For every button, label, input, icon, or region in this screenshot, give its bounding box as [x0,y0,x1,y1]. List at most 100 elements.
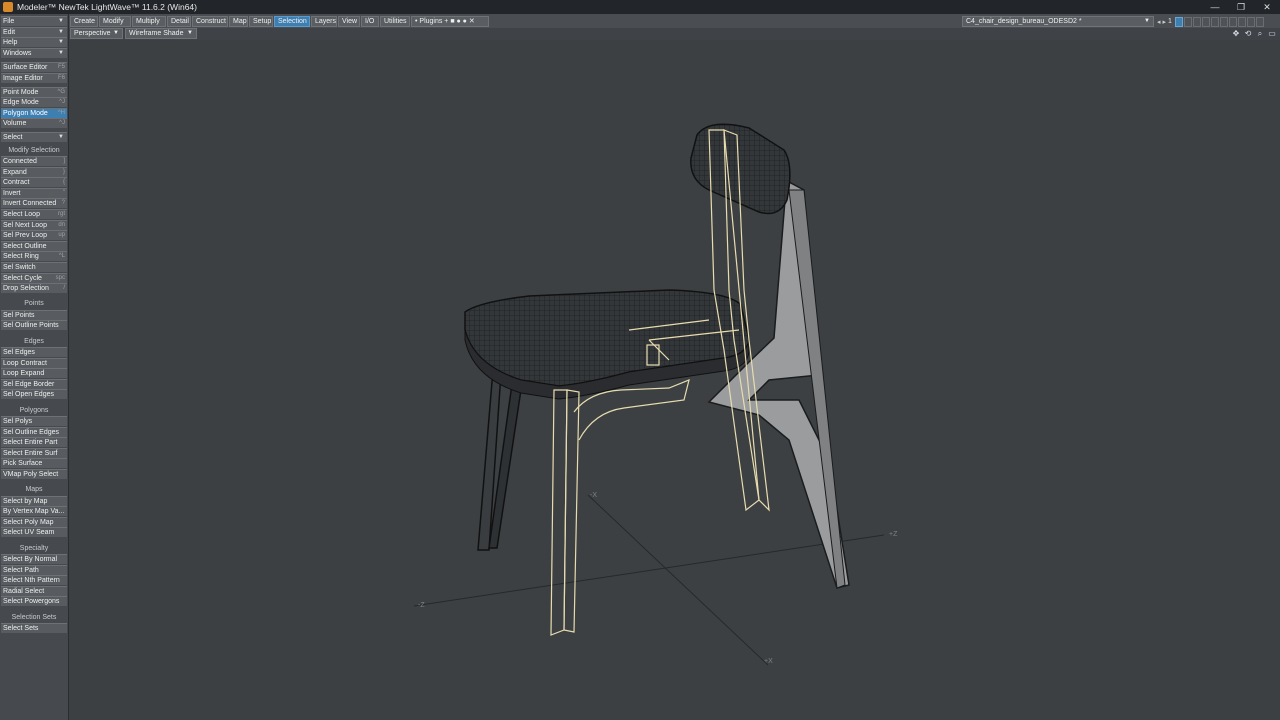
sidebar-item-loop-contract[interactable]: Loop Contract [1,357,67,368]
sidebar-item-edit[interactable]: Edit ▼ [1,26,67,37]
sidebar-item-sel-outline-points[interactable]: Sel Outline Points [1,320,67,331]
layer-slot[interactable] [1192,16,1201,27]
sidebar-item-select-path[interactable]: Select Path [1,564,67,575]
layer-slot[interactable] [1201,16,1210,27]
hotkey-label: spc [55,274,65,281]
sidebar-item-volume[interactable]: Volume ^J [1,118,67,129]
sidebar-item-select-loop[interactable]: Select Loop rgt [1,209,67,219]
shade-mode-label: Wireframe Shade [129,30,184,37]
sidebar-item-select-entire-part[interactable]: Select Entire Part [1,437,67,448]
layer-slot[interactable] [1255,16,1264,27]
sidebar-item-sel-points[interactable]: Sel Points [1,309,67,320]
tab-utilities[interactable]: Utilities [380,16,410,27]
sidebar-item-label: Image Editor [3,75,43,82]
chair-wireframe [413,123,885,666]
sidebar-item-polygon-mode[interactable]: Polygon Mode ^H [1,107,67,118]
window-title: Modeler™ NewTek LightWave™ 11.6.2 (Win64… [17,2,197,12]
hotkey-label: rgt [57,211,65,217]
tab-multiply[interactable]: Multiply [132,16,166,27]
sidebar-item-point-mode[interactable]: Point Mode ^G [1,86,67,97]
sidebar-item-sel-open-edges[interactable]: Sel Open Edges [1,389,67,400]
sidebar-item-select-by-normal[interactable]: Select By Normal [1,554,67,564]
sidebar-item-sel-switch[interactable]: Sel Switch [1,262,67,272]
sidebar-item-select-cycle[interactable]: Select Cycle spc [1,272,67,283]
layer-slot[interactable] [1210,16,1219,27]
sidebar-item-select-powergons[interactable]: Select Powergons [1,596,67,607]
tab-modify[interactable]: Modify [99,16,131,27]
close-button[interactable]: ✕ [1254,0,1280,14]
tab-layers[interactable]: Layers [311,16,337,27]
layer-slot[interactable] [1246,16,1255,27]
minimize-button[interactable]: — [1202,0,1228,14]
sidebar-item-select-nth-pattern[interactable]: Select Nth Pattern [1,575,67,586]
sidebar-item-select-outline[interactable]: Select Outline [1,240,67,251]
sidebar-item-label: Select Outline [3,242,47,250]
sidebar-item-label: Invert Connected [3,200,57,208]
chevron-down-icon: ▼ [1144,18,1150,24]
tab-create[interactable]: Create [70,16,98,27]
tab-i-o[interactable]: I/O [361,16,379,27]
sidebar-item-drop-selection[interactable]: Drop Selection / [1,283,67,294]
sidebar-item-label: Edit [3,28,16,36]
move-view-icon[interactable]: ✥ [1230,28,1242,39]
view-mode-select[interactable]: Perspective ▼ [70,28,123,39]
layer-slot[interactable] [1237,16,1246,27]
sidebar-item-label: Windows [3,49,32,57]
sidebar-item-invert[interactable]: Invert " [1,187,67,198]
maximize-view-icon[interactable]: ▭ [1266,28,1278,39]
sidebar-item-loop-expand[interactable]: Loop Expand [1,368,67,379]
sidebar-item-select[interactable]: Select ▼ [1,132,67,142]
sidebar-item-label: Radial Select [3,587,45,595]
layer-slot[interactable] [1174,16,1183,27]
sidebar-item-help[interactable]: Help ▼ [1,37,67,48]
sidebar-item-label: Sel Open Edges [3,391,54,399]
sidebar-item-edge-mode[interactable]: Edge Mode ^J [1,97,67,108]
sidebar-item-contract[interactable]: Contract { [1,177,67,188]
sidebar-item-select-sets[interactable]: Select Sets [1,623,67,633]
sidebar-item-label: Connected [3,158,37,165]
tab-map[interactable]: Map [229,16,248,27]
sidebar-item-pick-surface[interactable]: Pick Surface [1,458,67,469]
restore-button[interactable]: ❐ [1228,0,1254,14]
section-heading-selection-sets: Selection Sets [11,613,57,621]
sidebar-item-sel-polys[interactable]: Sel Polys [1,416,67,426]
sidebar-item-expand[interactable]: Expand} [1,166,67,177]
sidebar-item-sel-outline-edges[interactable]: Sel Outline Edges [1,426,67,437]
sidebar-item-vmap-poly-select[interactable]: VMap Poly Select [1,469,67,479]
sidebar-item-select-entire-surf[interactable]: Select Entire Surf [1,447,67,458]
sidebar-item-select-by-map[interactable]: Select by Map [1,495,67,506]
shade-mode-select[interactable]: Wireframe Shade ▼ [125,28,197,39]
sidebar-item-file[interactable]: File ▼ [1,16,67,26]
sidebar-item-sel-edges[interactable]: Sel Edges [1,347,67,357]
sidebar-item-sel-prev-loop[interactable]: Sel Prev Loop up [1,230,67,241]
sidebar-item-radial-select[interactable]: Radial Select [1,585,67,596]
rotate-view-icon[interactable]: ⟲ [1242,28,1254,39]
sidebar-item-surface-editor[interactable]: Surface Editor F5 [1,62,67,73]
tab-view[interactable]: View [338,16,360,27]
tab-detail[interactable]: Detail [167,16,191,27]
sidebar-item-select-uv-seam[interactable]: Select UV Seam [1,527,67,538]
document-selector[interactable]: C4_chair_design_bureau_ODESD2 * ▼ [962,16,1154,27]
layer-slot[interactable] [1228,16,1237,27]
sidebar-item-select-ring[interactable]: Select Ring ^L [1,251,67,262]
layer-slot[interactable] [1219,16,1228,27]
sidebar-item-connected[interactable]: Connected] [1,156,67,166]
tab-plugins[interactable]: • Plugins + ■ ● ● ✕ [411,16,489,27]
sidebar-item-sel-next-loop[interactable]: Sel Next Loop dn [1,219,67,230]
sidebar-item-select-poly-map[interactable]: Select Poly Map [1,516,67,527]
tab-construct[interactable]: Construct [192,16,228,27]
layer-slot[interactable] [1183,16,1192,27]
hotkey-label: ^J [59,120,65,127]
sidebar-item-by-vertex-map-va[interactable]: By Vertex Map Va... [1,506,67,517]
tab-setup[interactable]: Setup [249,16,273,27]
sidebar-item-label: Select Loop [3,211,40,218]
tab-selection[interactable]: Selection [274,16,310,27]
next-layer-icon[interactable]: ▸ [1163,18,1167,26]
sidebar-item-invert-connected[interactable]: Invert Connected? [1,198,67,209]
prev-layer-icon[interactable]: ◂ [1157,18,1161,26]
perspective-viewport[interactable]: -X +X +Z -Z [69,40,1280,720]
zoom-view-icon[interactable]: ⌕ [1254,28,1266,39]
sidebar-item-windows[interactable]: Windows ▼ [1,47,67,58]
sidebar-item-sel-edge-border[interactable]: Sel Edge Border [1,378,67,389]
sidebar-item-image-editor[interactable]: Image Editor F6 [1,73,67,83]
